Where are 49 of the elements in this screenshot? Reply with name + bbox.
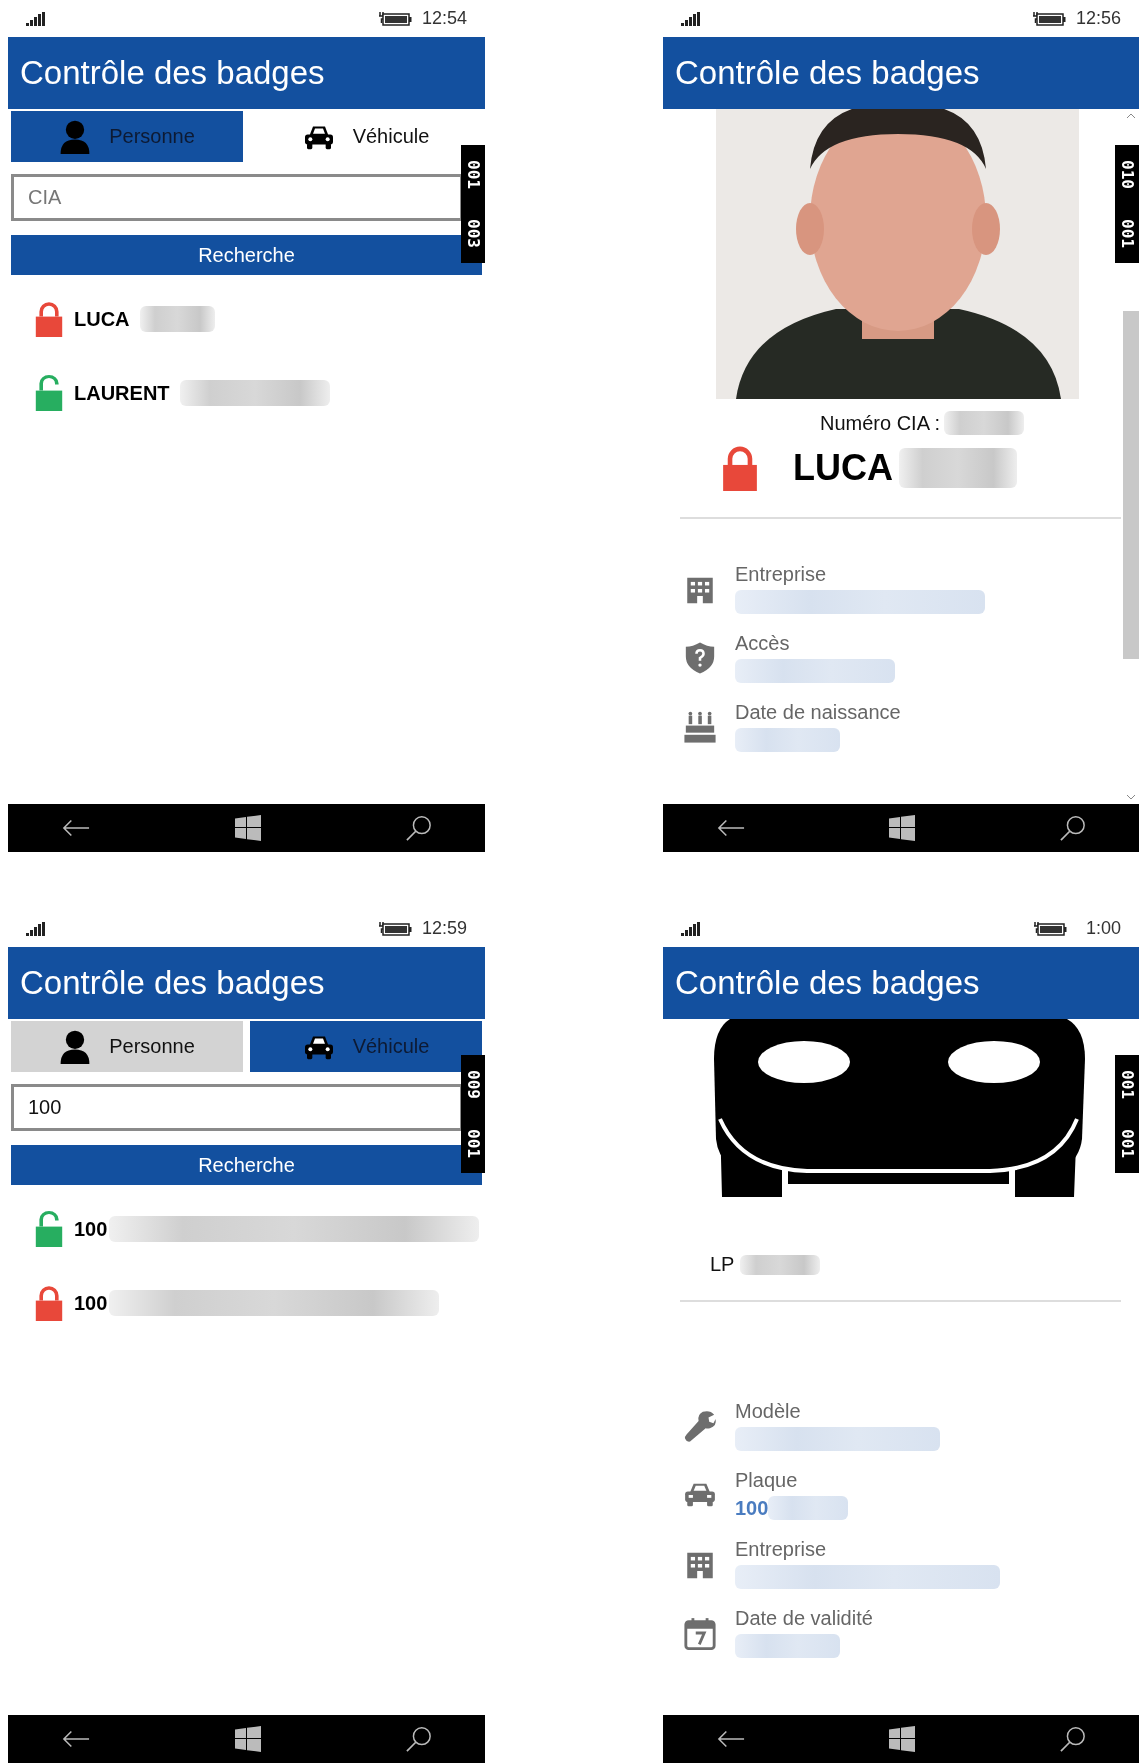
scrollbar-thumb[interactable] — [1123, 311, 1139, 659]
battery-icon — [1033, 920, 1067, 937]
result-name[interactable]: 100 — [74, 1291, 108, 1315]
shield-icon — [683, 640, 717, 675]
caret-up-icon[interactable] — [1126, 113, 1136, 119]
result-name[interactable]: 100 — [74, 1217, 108, 1241]
battery-icon — [1031, 10, 1066, 27]
status-time: 12:54 — [421, 8, 467, 29]
status-time: 1:00 — [1084, 918, 1121, 939]
field-label: Plaque — [735, 1469, 798, 1492]
signal-icon — [26, 921, 46, 936]
app-title: Contrôle des badges — [20, 964, 325, 1002]
wrench-icon — [683, 1408, 717, 1443]
counter-text: 009 — [463, 1070, 483, 1099]
cake-icon — [683, 709, 717, 744]
battery-icon — [377, 10, 412, 27]
person-icon — [59, 119, 92, 154]
search-field[interactable]: 100 — [11, 1084, 463, 1131]
field-label: Modèle — [735, 1400, 801, 1423]
battery-icon — [377, 920, 412, 937]
calendar-icon — [683, 1615, 717, 1650]
counter-text: 001 — [1117, 1070, 1137, 1099]
field-label: Date de naissance — [735, 701, 901, 724]
person-icon — [59, 1029, 92, 1064]
counter-text: 001 — [463, 160, 483, 189]
field-label: Entreprise — [735, 1538, 827, 1561]
status-time: 12:56 — [1075, 8, 1121, 29]
person-name: LUCA — [793, 447, 893, 489]
app-title: Contrôle des badges — [20, 54, 325, 92]
status-time: 12:59 — [421, 918, 467, 939]
field-label: Entreprise — [735, 563, 827, 586]
result-name[interactable]: LAURENT — [74, 381, 170, 405]
app-title: Contrôle des badges — [675, 54, 980, 92]
counter-text: 001 — [1117, 1129, 1137, 1158]
field-label: Date de validité — [735, 1607, 873, 1630]
signal-icon — [26, 11, 46, 26]
field-value: 100 — [735, 1496, 769, 1520]
app-title: Contrôle des badges — [675, 964, 980, 1002]
search-field[interactable]: CIA — [11, 174, 463, 221]
counter-text: 010 — [1117, 160, 1137, 189]
plate-label: LP — [710, 1253, 735, 1276]
caret-down-icon[interactable] — [1126, 794, 1136, 800]
signal-icon — [681, 921, 701, 936]
counter-text: 001 — [1117, 219, 1137, 248]
field-label: Accès — [735, 632, 790, 655]
tab[interactable]: Personne — [11, 1021, 243, 1072]
result-name[interactable]: LUCA — [74, 307, 130, 331]
cia-number-label: Numéro CIA : — [819, 411, 940, 435]
signal-icon — [681, 11, 701, 26]
